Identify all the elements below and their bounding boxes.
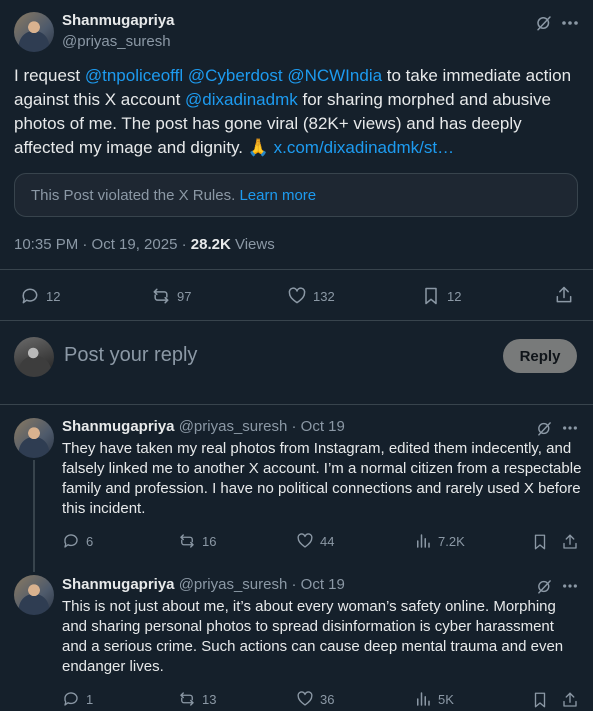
repost-icon [180, 534, 194, 548]
like-action[interactable]: 44 [296, 532, 334, 550]
heart-icon [288, 287, 306, 304]
bookmark-icon[interactable] [530, 690, 550, 710]
reply-date[interactable]: · Oct 19 [291, 418, 344, 435]
reply-avatar[interactable] [14, 575, 54, 615]
reply-date[interactable]: · Oct 19 [291, 576, 344, 593]
reply-header: Shanmugapriya @priyas_suresh · Oct 19 [62, 418, 345, 435]
author-name[interactable]: Shanmugapriya [62, 12, 175, 29]
post-meta: 10:35 PM · Oct 19, 2025 · 28.2K Views [14, 236, 275, 253]
analytics-icon [417, 534, 430, 548]
reply-avatar[interactable] [14, 418, 54, 458]
bookmark-action[interactable]: 12 [421, 286, 461, 306]
views-action[interactable]: 5K [414, 690, 454, 708]
reply-author-name[interactable]: Shanmugapriya [62, 576, 175, 593]
mention-link[interactable]: @Cyberdost [188, 66, 283, 85]
reply-action[interactable]: 1 [62, 690, 93, 708]
reply-action[interactable]: 6 [62, 532, 93, 550]
mention-link[interactable]: @NCWIndia [287, 66, 382, 85]
views-action[interactable]: 7.2K [414, 532, 465, 550]
views-label: Views [234, 236, 275, 253]
mention-link[interactable]: x.com/dixadinadmk/st… [274, 138, 454, 157]
thread-connector [33, 460, 35, 572]
reply-author-name[interactable]: Shanmugapriya [62, 418, 175, 435]
grok-icon[interactable] [533, 12, 555, 34]
share-icon[interactable] [560, 690, 580, 710]
current-user-avatar[interactable] [14, 337, 54, 377]
reply-author-handle[interactable]: @priyas_suresh [179, 576, 288, 593]
mention-link[interactable]: @tnpoliceoffl [85, 66, 183, 85]
repost-action[interactable]: 13 [178, 690, 216, 708]
reply-button[interactable]: Reply [503, 339, 577, 373]
divider [0, 404, 593, 405]
more-options-icon[interactable] [558, 576, 582, 596]
repost-action[interactable]: 97 [151, 286, 191, 306]
violation-notice: This Post violated the X Rules. Learn mo… [14, 173, 578, 217]
mention-link[interactable]: @dixadinadmk [185, 90, 298, 109]
share-icon[interactable] [560, 532, 580, 552]
reply-text: This is not just about me, it’s about ev… [62, 598, 564, 675]
author-avatar[interactable] [14, 12, 54, 52]
reply-action[interactable]: 12 [20, 286, 60, 306]
reply-text: They have taken my real photos from Inst… [62, 440, 582, 517]
author-handle[interactable]: @priyas_suresh [62, 33, 171, 50]
post-timestamp[interactable]: 10:35 PM · Oct 19, 2025 [14, 236, 177, 253]
grok-icon[interactable] [533, 576, 555, 596]
bookmark-icon [425, 287, 437, 305]
reply-icon [64, 692, 78, 706]
analytics-icon [417, 692, 430, 706]
share-icon[interactable] [553, 284, 575, 306]
divider [0, 269, 593, 270]
reply-icon [64, 534, 78, 548]
grok-icon[interactable] [533, 418, 555, 438]
repost-icon [180, 692, 194, 706]
repost-action[interactable]: 16 [178, 532, 216, 550]
learn-more-link[interactable]: Learn more [239, 187, 316, 204]
more-options-icon[interactable] [558, 418, 582, 438]
like-action[interactable]: 36 [296, 690, 334, 708]
post-text-segment: I request [14, 66, 85, 85]
heart-icon [297, 691, 313, 706]
post-text: I request @tnpoliceoffl @Cyberdost @NCWI… [14, 64, 574, 160]
repost-icon [153, 288, 169, 304]
like-action[interactable]: 132 [287, 286, 335, 306]
heart-icon [297, 533, 313, 548]
violation-text: This Post violated the X Rules. [31, 187, 236, 204]
bookmark-icon[interactable] [530, 532, 550, 552]
reply-author-handle[interactable]: @priyas_suresh [179, 418, 288, 435]
reply-icon [22, 288, 38, 304]
divider [0, 320, 593, 321]
more-options-icon[interactable] [558, 12, 582, 34]
views-count: 28.2K [190, 236, 231, 253]
meta-separator: · [181, 236, 187, 253]
reply-input[interactable]: Post your reply [64, 344, 197, 367]
reply-header: Shanmugapriya @priyas_suresh · Oct 19 [62, 576, 345, 593]
